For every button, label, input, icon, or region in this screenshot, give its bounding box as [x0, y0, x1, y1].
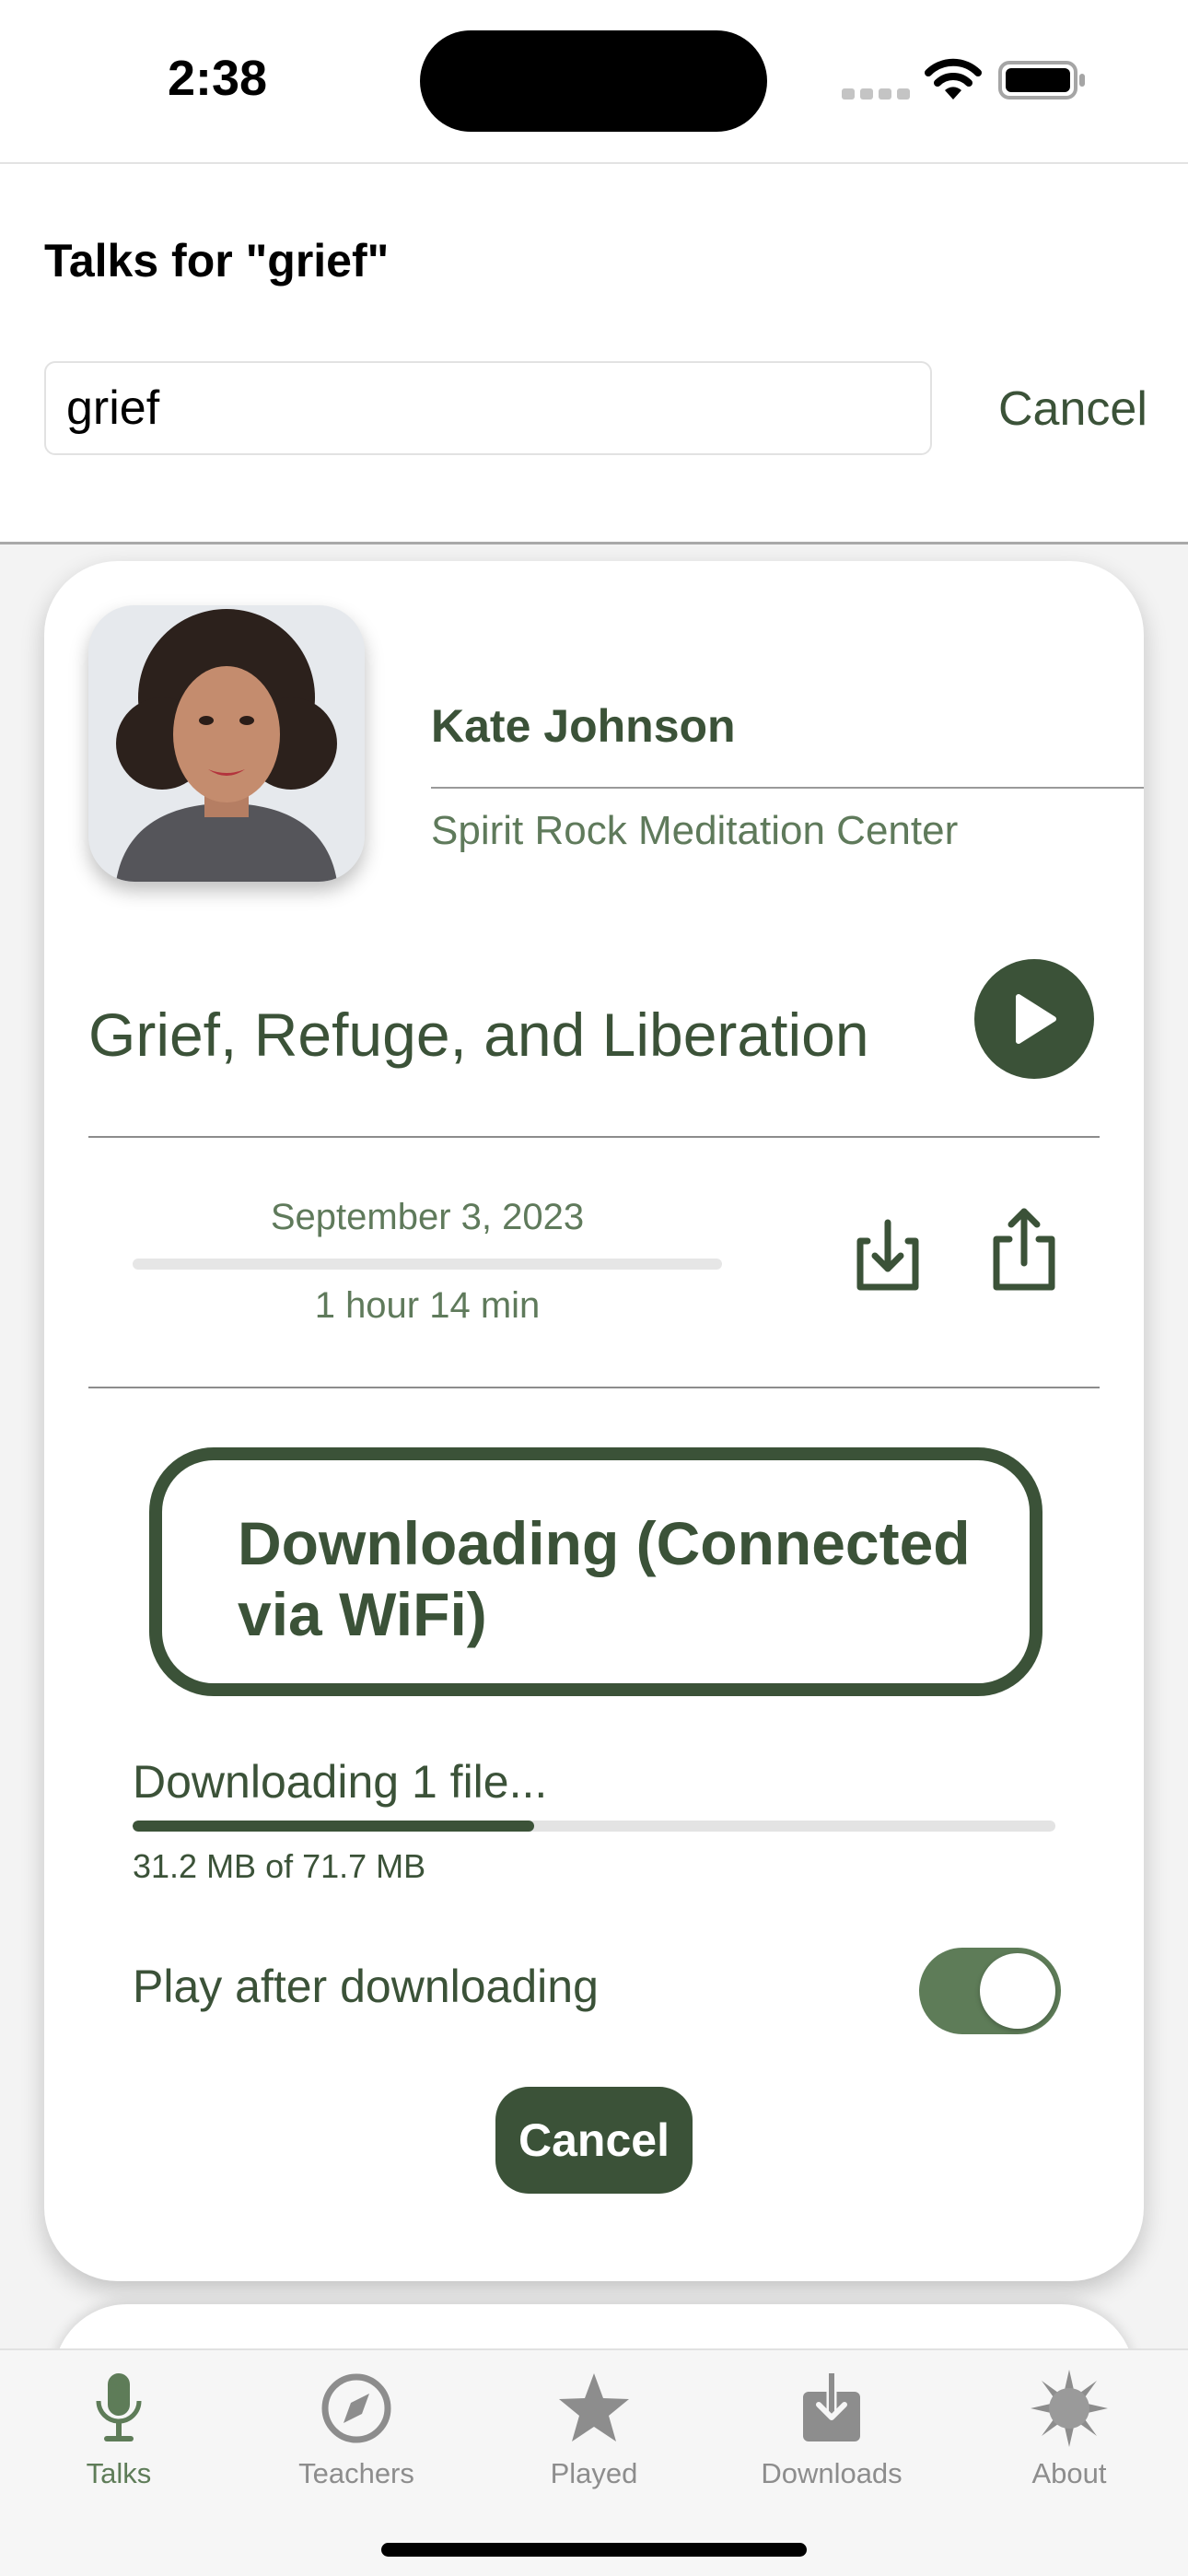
- teacher-name[interactable]: Kate Johnson: [431, 699, 736, 753]
- teacher-divider: [431, 787, 1144, 789]
- wifi-icon: [925, 58, 982, 100]
- download-icon[interactable]: [853, 1217, 923, 1294]
- tab-label: About: [1031, 2457, 1107, 2489]
- talk-list[interactable]: Kate Johnson Spirit Rock Meditation Cent…: [0, 544, 1188, 2348]
- tab-label: Played: [550, 2457, 638, 2489]
- tab-teachers[interactable]: Teachers: [238, 2350, 475, 2507]
- tab-label: Talks: [86, 2457, 152, 2489]
- talk-date: September 3, 2023: [270, 1197, 585, 1237]
- divider: [88, 1387, 1100, 1388]
- download-size-text: 31.2 MB of 71.7 MB: [133, 1847, 426, 1885]
- share-icon[interactable]: [989, 1206, 1059, 1294]
- download-status-text: Downloading (Connected via WiFi): [238, 1509, 971, 1648]
- search-cancel-button[interactable]: Cancel: [998, 381, 1147, 437]
- search-input[interactable]: [44, 361, 932, 455]
- tab-label: Downloads: [761, 2457, 903, 2489]
- tab-talks[interactable]: Talks: [0, 2350, 238, 2507]
- download-progress-bar: [133, 1821, 1055, 1832]
- teacher-center: Spirit Rock Meditation Center: [431, 808, 959, 853]
- cancel-download-button[interactable]: Cancel: [495, 2087, 693, 2194]
- status-time: 2:38: [168, 51, 268, 106]
- cellular-signal-icon: [842, 88, 910, 100]
- divider: [88, 1136, 1100, 1138]
- talk-title: Grief, Refuge, and Liberation: [88, 1001, 869, 1069]
- teacher-avatar[interactable]: [88, 605, 365, 882]
- tab-about[interactable]: About: [950, 2350, 1188, 2507]
- talk-card: Kate Johnson Spirit Rock Meditation Cent…: [44, 561, 1144, 2281]
- toggle-knob: [980, 1953, 1055, 2029]
- search-header: Talks for "grief" Cancel: [0, 162, 1188, 544]
- battery-icon: [998, 61, 1085, 100]
- home-indicator: [381, 2543, 807, 2557]
- listen-progress-bar: [133, 1259, 722, 1270]
- tab-played[interactable]: Played: [475, 2350, 713, 2507]
- next-talk-card[interactable]: [53, 2304, 1135, 2348]
- play-icon: [1016, 994, 1056, 1044]
- star-icon: [559, 2373, 629, 2441]
- microphone-icon: [96, 2373, 142, 2441]
- talk-duration: 1 hour 14 min: [314, 1285, 541, 1326]
- tab-bar: Talks Teachers Played Downloads About: [0, 2348, 1188, 2576]
- download-tray-icon: [803, 2373, 860, 2441]
- play-after-download-label: Play after downloading: [133, 1961, 599, 2012]
- tab-downloads[interactable]: Downloads: [713, 2350, 950, 2507]
- dynamic-island: [420, 30, 767, 132]
- play-button[interactable]: [974, 959, 1094, 1079]
- status-bar: 2:38: [0, 0, 1188, 162]
- page-title: Talks for "grief": [44, 235, 390, 287]
- compass-icon: [321, 2373, 391, 2443]
- download-progress-fill: [133, 1821, 534, 1832]
- download-progress-label: Downloading 1 file...: [133, 1756, 548, 1808]
- download-status-box: Downloading (Connected via WiFi): [149, 1447, 1042, 1696]
- tab-label: Teachers: [298, 2457, 414, 2489]
- sun-icon: [1031, 2370, 1108, 2447]
- play-after-download-toggle[interactable]: [919, 1948, 1061, 2034]
